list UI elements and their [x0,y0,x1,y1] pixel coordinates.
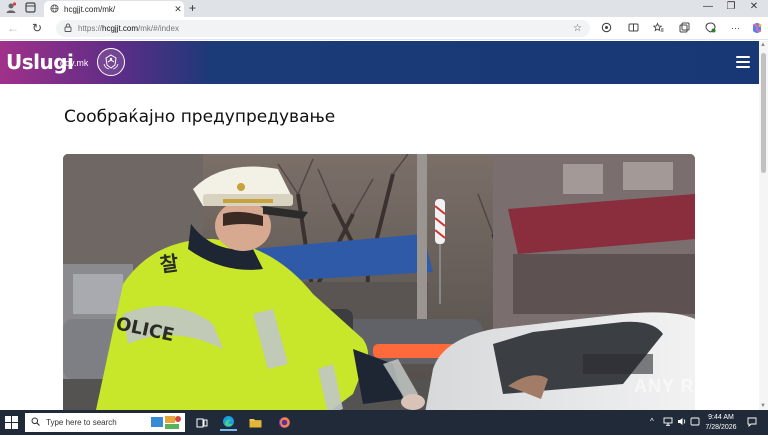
taskbar-clock[interactable]: 9:44 AM 7/28/2026 [703,413,739,433]
close-tab-icon[interactable]: ✕ [172,4,184,15]
page-scrollbar[interactable]: ▲ ▼ [759,41,768,410]
taskbar-search-input[interactable]: Type here to search [25,413,185,432]
url-text: https://hcgjjt.com/mk/#/index [78,24,573,33]
web-page: Uslugi gov.mk Сообраќајно предупредување [0,41,759,410]
network-icon[interactable] [663,417,673,428]
tab-actions-icon[interactable] [24,2,37,15]
browser-toolbar: ← ↻ https://hcgjjt.com/mk/#/index ☆ ⋯ [0,17,768,40]
tab-title: hcgjjt.com/mk/ [64,4,116,14]
edge-taskbar-icon[interactable] [220,414,237,431]
reload-icon[interactable]: ↻ [30,21,44,35]
browser-tab[interactable]: hcgjjt.com/mk/ ✕ [44,1,184,17]
tray-overflow-icon[interactable]: ^ [650,417,654,426]
browser-tab-bar: hcgjjt.com/mk/ ✕ + — ❐ ✕ [0,0,768,17]
coat-of-arms-icon [97,48,125,76]
site-info-icon[interactable] [64,23,72,34]
site-header: Uslugi gov.mk [0,41,759,84]
menu-hamburger-icon[interactable] [736,56,750,68]
notifications-icon[interactable] [747,417,757,429]
split-screen-icon[interactable] [627,22,640,35]
search-placeholder: Type here to search [46,418,117,427]
volume-icon[interactable] [677,417,687,428]
globe-icon [50,3,59,15]
windows-taskbar: Type here to search ^ 9:44 AM 7/28/2026 [0,410,768,435]
scroll-up-icon[interactable]: ▲ [760,42,766,48]
url-scheme: https:// [78,24,103,33]
scroll-down-icon[interactable]: ▼ [760,403,766,409]
new-tab-icon[interactable]: + [189,1,196,15]
hero-image: 찰 OLICE [63,154,695,410]
collections-icon[interactable] [678,22,691,35]
back-icon[interactable]: ← [6,21,20,35]
search-highlight-icon [149,414,183,436]
url-host: hcgjjt.com [102,24,139,33]
clock-time: 9:44 AM [708,414,734,421]
browser-essentials-icon[interactable] [704,22,717,35]
restore-icon[interactable]: ❐ [721,1,741,12]
search-icon [31,417,40,428]
favorites-icon[interactable] [652,22,665,35]
language-icon[interactable] [690,417,700,428]
windows-start-icon[interactable] [5,416,18,429]
page-title: Сообраќајно предупредување [64,107,336,127]
address-bar[interactable]: https://hcgjjt.com/mk/#/index ☆ [56,20,590,37]
clock-date: 7/28/2026 [705,424,737,431]
close-window-icon[interactable]: ✕ [744,1,764,12]
site-logo-suffix: gov.mk [60,58,89,68]
url-path: /mk/#/index [138,24,179,33]
task-view-icon[interactable] [193,414,210,431]
extension-icon[interactable] [600,22,613,35]
file-explorer-icon[interactable] [247,414,264,431]
anyrun-watermark: ANY RUN [634,376,723,396]
firefox-icon[interactable] [276,414,293,431]
scrollbar-thumb[interactable] [761,53,766,173]
more-menu-icon[interactable]: ⋯ [729,22,742,35]
profile-icon[interactable] [4,2,17,15]
minimize-icon[interactable]: — [698,1,718,12]
favorite-star-icon[interactable]: ☆ [573,23,582,34]
copilot-icon[interactable] [750,22,763,35]
